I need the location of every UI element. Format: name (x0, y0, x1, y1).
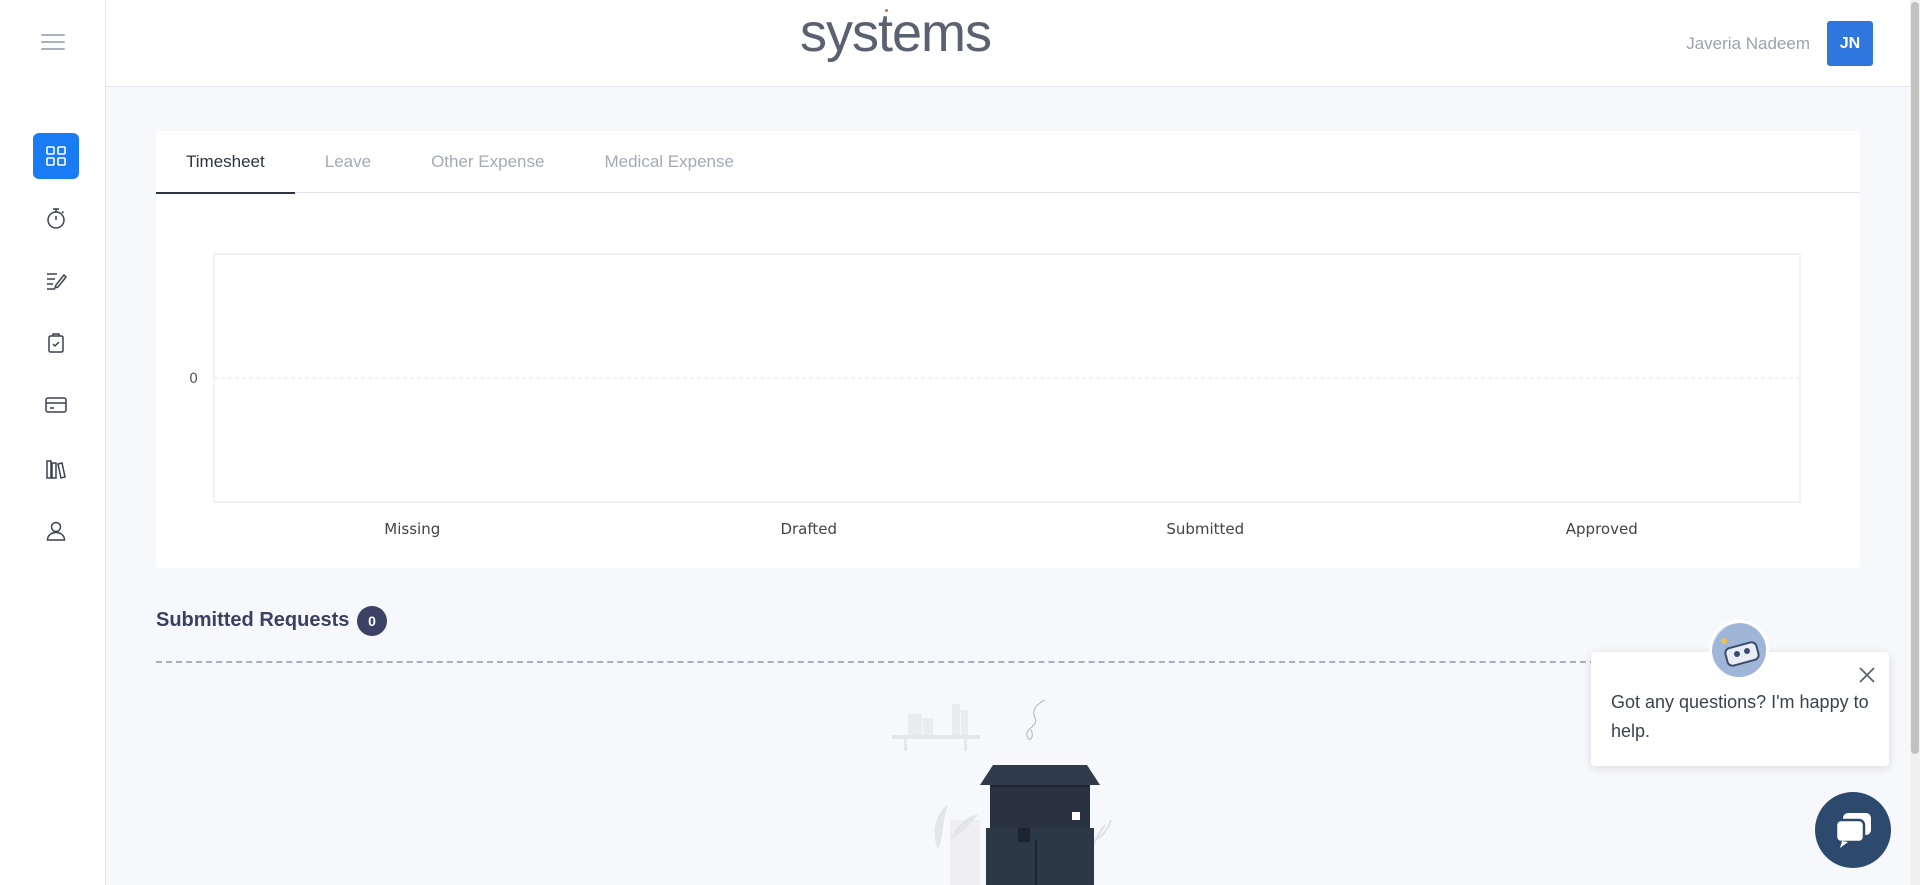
user-avatar[interactable]: JN (1827, 21, 1873, 66)
sidebar-item-profile[interactable] (33, 508, 79, 554)
tab-other-expense[interactable]: Other Expense (401, 131, 574, 193)
menu-icon[interactable] (41, 34, 65, 52)
tab-leave[interactable]: Leave (295, 131, 401, 193)
books-icon (46, 460, 66, 479)
status-bar-chart: 0 Missing Drafted Submitted Approved (189, 253, 1801, 538)
stopwatch-icon (47, 208, 65, 229)
x-tick-label-missing: Missing (384, 520, 440, 538)
page-scrollbar[interactable] (1910, 0, 1920, 885)
grid-icon (46, 146, 66, 166)
x-tick-label-approved: Approved (1566, 520, 1638, 538)
chat-message: Got any questions? I'm happy to help. (1611, 692, 1869, 741)
chat-bubble-icon (1834, 813, 1871, 848)
sidebar-item-leave[interactable] (33, 320, 79, 366)
chat-bot-avatar (1709, 620, 1769, 680)
section-divider (156, 661, 1606, 663)
sidebar-item-requests[interactable] (33, 258, 79, 304)
x-tick-label-drafted: Drafted (780, 520, 837, 538)
tab-medical-expense[interactable]: Medical Expense (574, 131, 763, 193)
clipboard-icon (48, 333, 64, 353)
scrollbar-thumb[interactable] (1911, 2, 1919, 754)
list-pen-icon (47, 273, 68, 290)
sidebar-item-dashboard[interactable] (33, 133, 79, 179)
sidebar-item-library[interactable] (33, 446, 79, 492)
y-tick-label: 0 (189, 371, 198, 387)
company-logo[interactable]: syst ems (800, 6, 992, 60)
user-name: Javeria Nadeem (1686, 34, 1810, 53)
tab-timesheet[interactable]: Timesheet (156, 131, 295, 194)
sidebar (0, 0, 106, 885)
user-icon (46, 521, 66, 541)
dashboard-chart-card: Timesheet Leave Other Expense Medical Ex… (156, 131, 1860, 568)
top-header: syst ems Javeria Nadeem JN (106, 0, 1910, 87)
chat-launcher-button[interactable] (1815, 792, 1891, 868)
submitted-requests-count-badge: 0 (357, 606, 387, 636)
close-icon[interactable] (1857, 665, 1877, 685)
x-axis-labels: Missing Drafted Submitted Approved (384, 520, 1637, 538)
empty-state-illustration (892, 700, 1112, 885)
tab-bar: Timesheet Leave Other Expense Medical Ex… (156, 131, 1860, 194)
sidebar-item-timesheet[interactable] (33, 196, 79, 242)
sidebar-item-expense[interactable] (33, 382, 79, 428)
x-tick-label-submitted: Submitted (1166, 520, 1244, 538)
card-icon (45, 397, 67, 413)
submitted-requests-title: Submitted Requests (156, 609, 350, 631)
